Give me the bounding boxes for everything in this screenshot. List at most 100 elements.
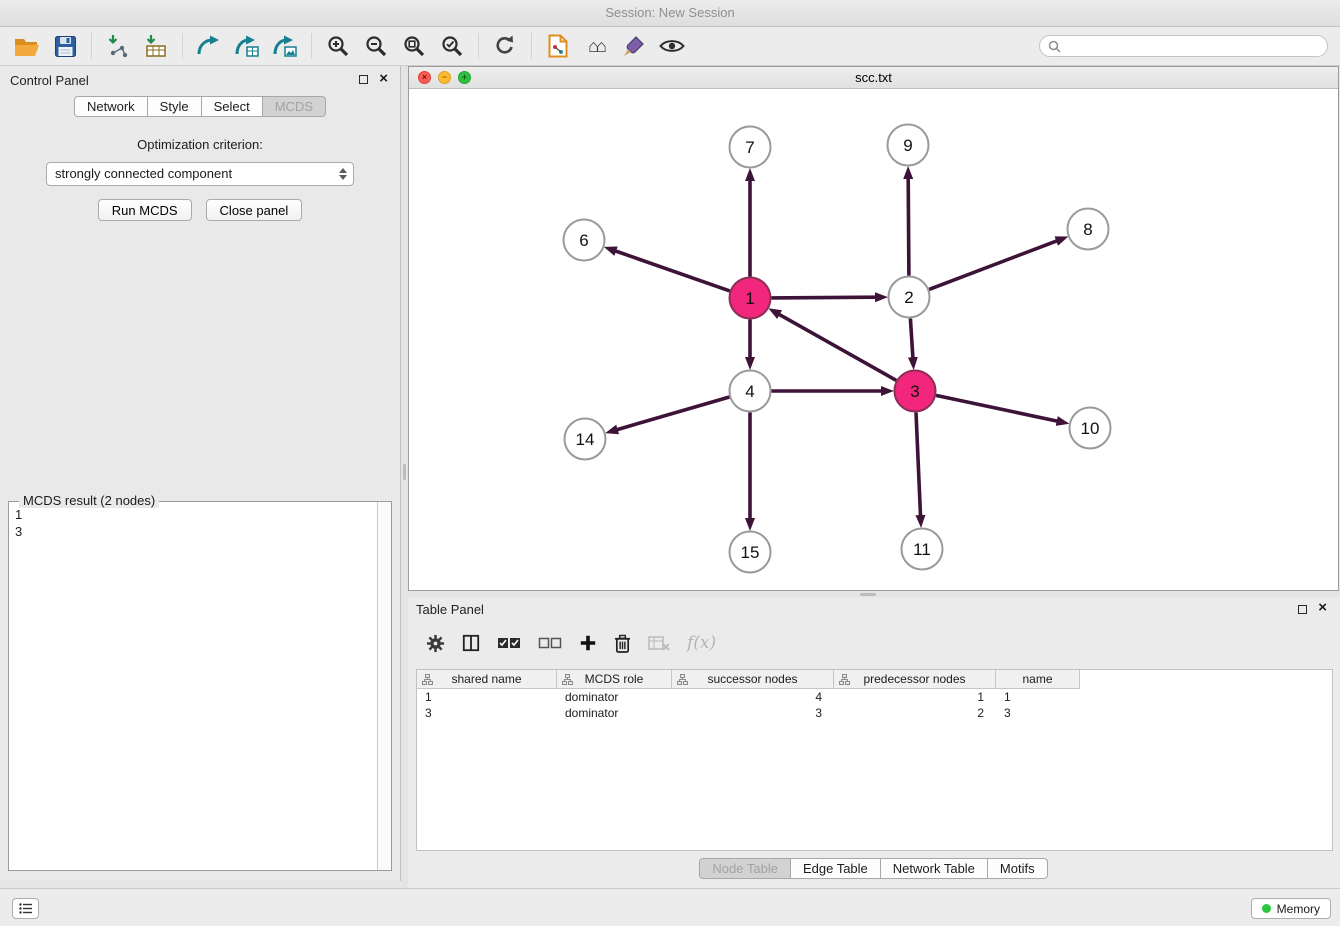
apply-style-icon[interactable] bbox=[615, 30, 653, 62]
zoom-selected-icon[interactable] bbox=[433, 30, 471, 62]
edge-1-2[interactable] bbox=[772, 297, 876, 298]
node-15[interactable]: 15 bbox=[730, 532, 771, 573]
cell-mcds-role[interactable]: dominator bbox=[557, 705, 672, 721]
mcds-result-box: MCDS result (2 nodes) 1 3 bbox=[8, 501, 392, 871]
node-8[interactable]: 8 bbox=[1068, 209, 1109, 250]
deselect-all-icon[interactable] bbox=[538, 635, 562, 651]
column-header-successor-nodes[interactable]: successor nodes bbox=[672, 670, 834, 689]
control-panel-title: Control Panel bbox=[10, 73, 89, 88]
cell-shared-name[interactable]: 3 bbox=[417, 705, 557, 721]
open-file-icon[interactable] bbox=[8, 30, 46, 62]
result-item[interactable]: 3 bbox=[15, 523, 371, 540]
tab-mcds[interactable]: MCDS bbox=[262, 96, 326, 117]
cell-shared-name[interactable]: 1 bbox=[417, 689, 557, 705]
mcds-result-title: MCDS result (2 nodes) bbox=[19, 493, 159, 508]
sort-icon bbox=[839, 674, 850, 685]
tab-network[interactable]: Network bbox=[74, 96, 148, 117]
close-panel-icon[interactable]: × bbox=[1318, 599, 1327, 617]
export-table-icon[interactable] bbox=[228, 30, 266, 62]
column-header-name[interactable]: name bbox=[996, 670, 1080, 689]
svg-text:6: 6 bbox=[579, 231, 588, 250]
tab-style[interactable]: Style bbox=[147, 96, 202, 117]
show-panel-list-icon[interactable] bbox=[12, 898, 39, 919]
memory-label: Memory bbox=[1277, 902, 1320, 916]
table-header-row: shared name MCDS role successor nodes pr… bbox=[417, 670, 1332, 689]
add-column-icon[interactable] bbox=[579, 634, 597, 652]
first-neighbors-icon[interactable]: ⌂⌂ bbox=[577, 30, 615, 62]
svg-text:11: 11 bbox=[913, 540, 931, 559]
node-1[interactable]: 1 bbox=[730, 278, 771, 319]
refresh-icon[interactable] bbox=[486, 30, 524, 62]
float-panel-icon[interactable] bbox=[1298, 605, 1307, 614]
optimization-criterion-label: Optimization criterion: bbox=[0, 137, 400, 152]
node-7[interactable]: 7 bbox=[730, 127, 771, 168]
show-column-icon[interactable] bbox=[462, 634, 480, 652]
import-network-icon[interactable] bbox=[99, 30, 137, 62]
cell-predecessor-nodes[interactable]: 2 bbox=[834, 705, 996, 721]
table-row[interactable]: 1 dominator 4 1 1 bbox=[417, 689, 1332, 705]
zoom-in-icon[interactable] bbox=[319, 30, 357, 62]
export-network-icon[interactable] bbox=[190, 30, 228, 62]
table-options-gear-icon[interactable] bbox=[426, 634, 445, 653]
column-header-predecessor-nodes[interactable]: predecessor nodes bbox=[834, 670, 996, 689]
toolbar-separator bbox=[531, 33, 532, 59]
edge-4-14[interactable] bbox=[617, 397, 729, 430]
new-network-from-selection-icon[interactable] bbox=[539, 30, 577, 62]
select-all-icon[interactable] bbox=[497, 635, 521, 651]
node-2[interactable]: 2 bbox=[889, 277, 930, 318]
export-image-icon[interactable] bbox=[266, 30, 304, 62]
close-panel-button[interactable]: Close panel bbox=[206, 199, 303, 221]
cell-successor-nodes[interactable]: 4 bbox=[672, 689, 834, 705]
edge-3-1[interactable] bbox=[779, 314, 896, 380]
search-input[interactable] bbox=[1066, 39, 1319, 53]
edge-3-10[interactable] bbox=[936, 395, 1057, 421]
vertical-splitter[interactable] bbox=[401, 66, 408, 888]
svg-text:7: 7 bbox=[745, 138, 754, 157]
tab-edge-table[interactable]: Edge Table bbox=[790, 858, 881, 879]
node-4[interactable]: 4 bbox=[730, 371, 771, 412]
criterion-select[interactable]: strongly connected component bbox=[46, 162, 354, 186]
network-window-titlebar[interactable]: × − + scc.txt bbox=[409, 67, 1338, 89]
tab-network-table[interactable]: Network Table bbox=[880, 858, 988, 879]
search-box[interactable] bbox=[1039, 35, 1328, 57]
node-14[interactable]: 14 bbox=[565, 419, 606, 460]
window-titlebar[interactable]: Session: New Session bbox=[0, 0, 1340, 27]
cell-name[interactable]: 1 bbox=[996, 689, 1080, 705]
edge-2-3[interactable] bbox=[910, 319, 913, 358]
node-11[interactable]: 11 bbox=[902, 529, 943, 570]
edge-2-8[interactable] bbox=[929, 241, 1057, 290]
tab-node-table[interactable]: Node Table bbox=[699, 858, 791, 879]
show-hide-graphics-icon[interactable] bbox=[653, 30, 691, 62]
cell-name[interactable]: 3 bbox=[996, 705, 1080, 721]
node-9[interactable]: 9 bbox=[888, 125, 929, 166]
cell-predecessor-nodes[interactable]: 1 bbox=[834, 689, 996, 705]
edge-1-6[interactable] bbox=[616, 251, 730, 291]
node-6[interactable]: 6 bbox=[564, 220, 605, 261]
cell-successor-nodes[interactable]: 3 bbox=[672, 705, 834, 721]
zoom-fit-icon[interactable] bbox=[395, 30, 433, 62]
tab-motifs[interactable]: Motifs bbox=[987, 858, 1048, 879]
node-3[interactable]: 3 bbox=[895, 371, 936, 412]
scrollbar-track[interactable] bbox=[377, 502, 391, 870]
tab-select[interactable]: Select bbox=[201, 96, 263, 117]
delete-column-icon[interactable] bbox=[614, 634, 631, 653]
edge-2-9[interactable] bbox=[908, 179, 909, 276]
column-header-shared-name[interactable]: shared name bbox=[417, 670, 557, 689]
result-item[interactable]: 1 bbox=[15, 506, 371, 523]
zoom-out-icon[interactable] bbox=[357, 30, 395, 62]
combo-stepper-icon bbox=[339, 168, 347, 180]
table-row[interactable]: 3 dominator 3 2 3 bbox=[417, 705, 1332, 721]
cell-mcds-role[interactable]: dominator bbox=[557, 689, 672, 705]
memory-button[interactable]: Memory bbox=[1251, 898, 1331, 919]
import-table-icon[interactable] bbox=[137, 30, 175, 62]
column-header-mcds-role[interactable]: MCDS role bbox=[557, 670, 672, 689]
toolbar-separator bbox=[182, 33, 183, 59]
float-panel-icon[interactable] bbox=[359, 75, 368, 84]
run-mcds-button[interactable]: Run MCDS bbox=[98, 199, 192, 221]
main-toolbar: ⌂⌂ bbox=[0, 27, 1340, 66]
network-graph[interactable]: 7 9 6 8 1 2 4 3 10 14 15 11 bbox=[409, 89, 1338, 590]
save-session-icon[interactable] bbox=[46, 30, 84, 62]
node-10[interactable]: 10 bbox=[1070, 408, 1111, 449]
close-panel-icon[interactable]: × bbox=[379, 70, 388, 88]
edge-3-11[interactable] bbox=[916, 413, 921, 516]
